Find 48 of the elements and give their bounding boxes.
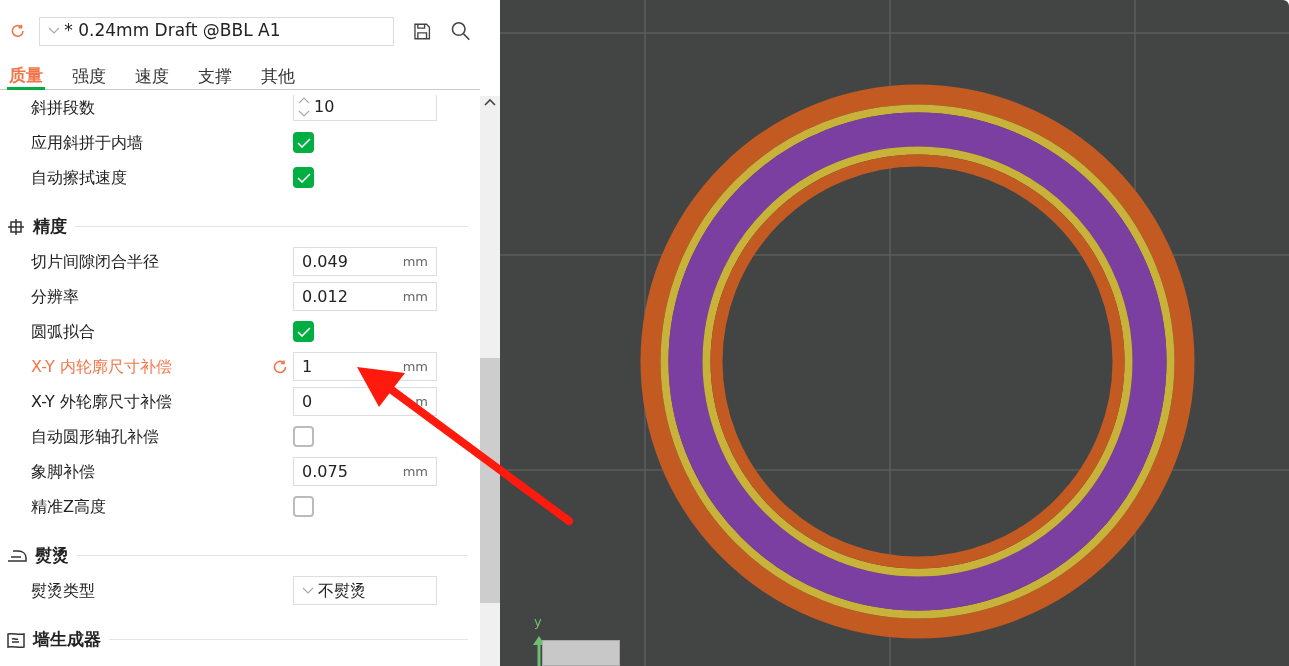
setting-label: X-Y 外轮廓尺寸补偿 (31, 390, 173, 413)
scrollbar[interactable] (480, 96, 500, 666)
reset-icon[interactable] (9, 22, 27, 40)
setting-label: X-Y 内轮廓尺寸补偿 (31, 355, 173, 378)
preset-dropdown[interactable]: * 0.24mm Draft @BBL A1 (39, 16, 395, 46)
checkbox[interactable] (293, 496, 314, 517)
checkbox[interactable] (293, 321, 314, 342)
spinner-icon[interactable] (298, 96, 310, 118)
crosshair-icon (7, 217, 25, 236)
setting-label: 圆弧拟合 (31, 320, 96, 343)
setting-label: 精准Z高度 (31, 495, 107, 518)
iron-icon (7, 548, 27, 563)
wall-icon (7, 631, 25, 648)
setting-label: 分辨率 (31, 285, 80, 308)
setting-label: 切片间隙闭合半径 (31, 250, 160, 273)
search-icon[interactable] (450, 21, 470, 41)
tab[interactable]: 强度 (70, 62, 108, 90)
section-title: 精度 (33, 214, 67, 238)
setting-label: 应用斜拼于内墙 (31, 131, 144, 154)
setting-label: 象脚补偿 (31, 460, 96, 483)
tab[interactable]: 支撑 (196, 62, 234, 90)
check-icon (296, 137, 311, 148)
setting-label: 斜拼段数 (31, 96, 96, 119)
spin-field[interactable]: 10 (293, 94, 437, 121)
tab[interactable]: 其他 (259, 62, 297, 90)
caret-icon (48, 27, 61, 35)
dropdown[interactable]: 不熨烫 (293, 576, 437, 605)
scrollbar-thumb[interactable] (480, 358, 500, 603)
axis-label: y (534, 613, 542, 631)
scroll-up-icon[interactable] (484, 98, 496, 106)
tab[interactable]: 速度 (133, 62, 171, 90)
checkbox[interactable] (293, 167, 314, 188)
check-icon (296, 326, 311, 337)
setting-label: 自动圆形轴孔补偿 (31, 425, 160, 448)
check-icon (296, 172, 311, 183)
checkbox[interactable] (293, 132, 314, 153)
section-title: 墙生成器 (33, 627, 101, 651)
section-title: 熨烫 (35, 543, 69, 567)
y-axis-arrow-icon (533, 636, 545, 666)
3d-viewport[interactable]: y (500, 0, 1289, 666)
checkbox[interactable] (293, 426, 314, 447)
setting-label: 熨烫类型 (31, 579, 96, 602)
number-field[interactable]: 0.012 mm (293, 282, 437, 311)
caret-icon (302, 586, 314, 595)
setting-label: 自动擦拭速度 (31, 166, 128, 189)
number-field[interactable]: 0.049 mm (293, 247, 437, 276)
number-field[interactable]: 0.075 mm (293, 457, 437, 486)
save-icon[interactable] (414, 22, 431, 40)
